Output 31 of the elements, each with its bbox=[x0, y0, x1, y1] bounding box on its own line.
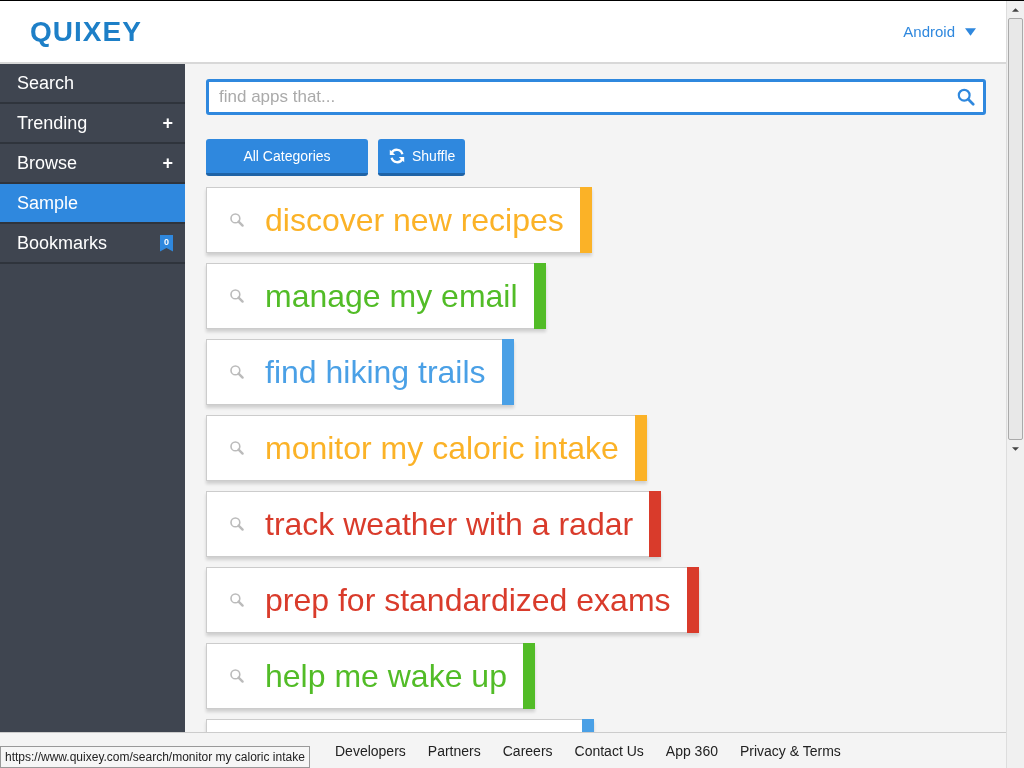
footer-link[interactable]: Privacy & Terms bbox=[739, 742, 841, 759]
categories-button[interactable]: All Categories bbox=[206, 139, 368, 176]
footer-link[interactable]: Careers bbox=[502, 742, 553, 759]
suggestion-card[interactable]: track weather with a radar bbox=[206, 491, 662, 557]
search-icon bbox=[229, 288, 245, 304]
search-icon bbox=[229, 592, 245, 608]
scroll-up-icon[interactable] bbox=[1012, 8, 1019, 12]
search-icon bbox=[229, 668, 245, 684]
sidebar-item[interactable]: Sample bbox=[0, 184, 185, 224]
logo[interactable]: QUIXEY bbox=[30, 15, 142, 48]
expand-icon[interactable]: + bbox=[162, 112, 173, 134]
search-icon bbox=[229, 364, 245, 380]
bookmark-count-badge: 0 bbox=[160, 234, 173, 252]
search-icon[interactable] bbox=[957, 88, 975, 106]
footer-link[interactable]: App 360 bbox=[665, 742, 718, 759]
refresh-icon bbox=[388, 147, 406, 165]
footer-link[interactable]: Partners bbox=[427, 742, 481, 759]
search-icon bbox=[229, 440, 245, 456]
status-url: https://www.quixey.com/search/monitor my caloric intake bbox=[0, 746, 310, 768]
platform-dropdown[interactable]: Android bbox=[903, 23, 976, 40]
footer-link[interactable]: Developers bbox=[335, 742, 406, 759]
search-field[interactable]: find apps that... bbox=[206, 79, 986, 115]
search-icon bbox=[229, 212, 245, 228]
shuffle-button[interactable]: Shuffle bbox=[378, 139, 466, 176]
suggestion-card[interactable]: prep for standardized exams bbox=[206, 567, 699, 633]
scroll-down-icon[interactable] bbox=[1012, 447, 1019, 451]
footer-link[interactable]: Contact Us bbox=[574, 742, 644, 759]
expand-icon[interactable]: + bbox=[162, 152, 173, 174]
scroll-thumb[interactable] bbox=[1008, 18, 1023, 440]
search-icon bbox=[229, 516, 245, 532]
caret-icon bbox=[965, 27, 976, 36]
